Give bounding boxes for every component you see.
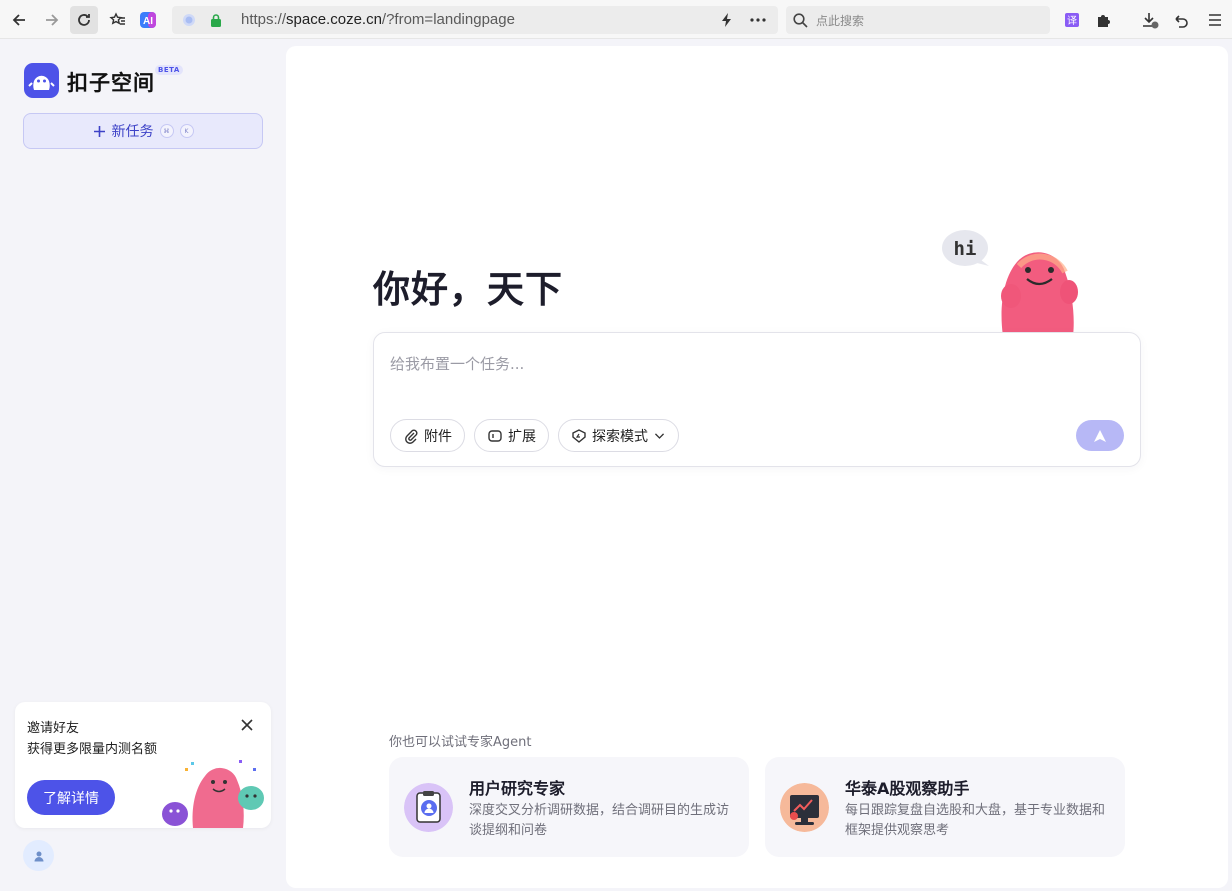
invite-subtitle: 获得更多限量内测名额 bbox=[27, 742, 158, 757]
agent-desc: 深度交叉分析调研数据，结合调研目的生成访谈提纲和问卷 bbox=[469, 803, 730, 838]
task-composer[interactable]: 给我布置一个任务... 附件 扩展 探索模式 bbox=[373, 332, 1141, 467]
more-dots-icon[interactable] bbox=[750, 18, 766, 22]
search-icon bbox=[793, 13, 808, 28]
greeting-title: 你好，天下 bbox=[373, 268, 563, 311]
clipboard-user-icon bbox=[404, 783, 453, 832]
sidebar: 扣子空间 BETA 新任务 ⌘ K 邀请好友 获得更多限量内测名额 了解详情 bbox=[0, 39, 286, 891]
new-task-label: 新任务 bbox=[111, 124, 154, 140]
search-placeholder: 点此搜索 bbox=[816, 14, 865, 28]
url-text[interactable]: https://space.coze.cn/?from=landingpage bbox=[241, 11, 515, 28]
extend-button[interactable]: 扩展 bbox=[474, 419, 549, 452]
beta-badge: BETA bbox=[155, 65, 183, 75]
lightning-icon[interactable] bbox=[720, 12, 734, 28]
extend-label: 扩展 bbox=[508, 428, 536, 445]
invite-card: 邀请好友 获得更多限量内测名额 了解详情 bbox=[15, 702, 271, 828]
undo-icon[interactable] bbox=[1167, 6, 1195, 34]
user-icon bbox=[34, 851, 43, 861]
extension-icon bbox=[488, 429, 502, 442]
svg-text:译: 译 bbox=[1067, 15, 1077, 27]
agent-name: 用户研究专家 bbox=[469, 779, 566, 798]
plus-icon bbox=[93, 125, 105, 137]
compass-tag-icon bbox=[572, 428, 586, 443]
agent-card-huatai[interactable]: 华泰A股观察助手 每日跟踪复盘自选股和大盘，基于专业数据和框架提供观察思考 bbox=[765, 757, 1125, 857]
bookmark-star-icon[interactable] bbox=[104, 6, 132, 34]
attach-button[interactable]: 附件 bbox=[390, 419, 465, 452]
main-panel: 你好，天下 hi 给我布置一个任务... 附件 扩展 探索模式 你也可以试试专家 bbox=[286, 46, 1228, 888]
mode-label: 探索模式 bbox=[592, 428, 648, 445]
address-bar[interactable]: https://space.coze.cn/?from=landingpage bbox=[172, 6, 778, 34]
agents-section-title: 你也可以试试专家Agent bbox=[389, 735, 532, 750]
reload-icon[interactable] bbox=[70, 6, 98, 34]
mascot-bubble-text: hi bbox=[954, 238, 977, 260]
coze-logo-icon[interactable] bbox=[24, 63, 59, 98]
learn-more-button[interactable]: 了解详情 bbox=[27, 780, 115, 815]
paperclip-icon bbox=[405, 429, 418, 444]
agent-card-user-research[interactable]: 用户研究专家 深度交叉分析调研数据，结合调研目的生成访谈提纲和问卷 bbox=[389, 757, 749, 857]
stock-monitor-icon bbox=[780, 783, 829, 832]
ai-extension-icon[interactable]: AI bbox=[134, 6, 162, 34]
send-button[interactable] bbox=[1076, 420, 1124, 451]
downloads-icon[interactable] bbox=[1136, 6, 1164, 34]
app-title: 扣子空间 bbox=[67, 71, 155, 95]
mascot-group-illustration bbox=[162, 760, 264, 828]
shortcut-k-key: K bbox=[179, 124, 194, 138]
agent-name: 华泰A股观察助手 bbox=[845, 779, 970, 798]
chevron-down-icon bbox=[654, 433, 665, 439]
attach-label: 附件 bbox=[424, 428, 452, 445]
hi-mascot-illustration: hi bbox=[942, 230, 1078, 336]
task-input[interactable]: 给我布置一个任务... bbox=[390, 353, 524, 374]
site-info-icon[interactable] bbox=[182, 13, 196, 27]
invite-title: 邀请好友 bbox=[27, 721, 80, 736]
user-avatar[interactable] bbox=[23, 840, 54, 871]
back-icon[interactable] bbox=[5, 6, 33, 34]
extensions-puzzle-icon[interactable] bbox=[1090, 6, 1118, 34]
browser-search-bar[interactable]: 点此搜索 bbox=[786, 6, 1050, 34]
close-icon[interactable] bbox=[239, 717, 255, 733]
svg-text:AI: AI bbox=[143, 16, 153, 27]
agent-desc: 每日跟踪复盘自选股和大盘，基于专业数据和框架提供观察思考 bbox=[845, 803, 1106, 838]
translate-icon[interactable]: 译 bbox=[1058, 6, 1086, 34]
browser-toolbar: AI https://space.coze.cn/?from=landingpa… bbox=[0, 0, 1232, 39]
new-task-button[interactable]: 新任务 ⌘ K bbox=[23, 113, 263, 149]
shortcut-cmd-key: ⌘ bbox=[159, 124, 174, 138]
send-arrow-icon bbox=[1094, 429, 1106, 442]
menu-icon[interactable] bbox=[1201, 6, 1229, 34]
lock-icon bbox=[211, 14, 221, 27]
mode-select[interactable]: 探索模式 bbox=[558, 419, 679, 452]
forward-icon[interactable] bbox=[38, 6, 66, 34]
